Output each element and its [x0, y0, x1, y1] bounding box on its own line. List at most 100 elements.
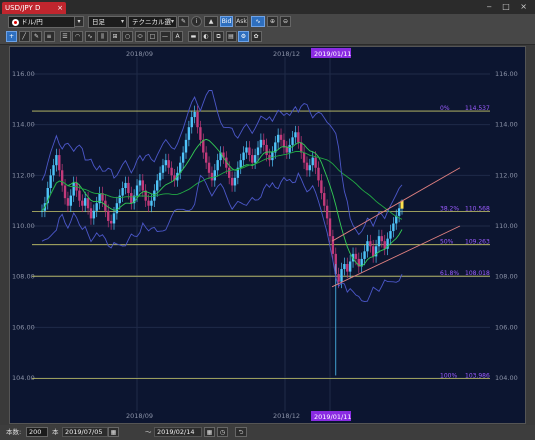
- zoom-out-icon[interactable]: ⊖: [280, 16, 291, 27]
- price-candle: [92, 210, 96, 219]
- y-tick-label-right: 114.00: [495, 121, 518, 129]
- price-candle: [199, 127, 202, 140]
- chart-tab[interactable]: USD/JPY D ×: [2, 2, 66, 14]
- price-candle: [239, 160, 242, 168]
- price-candle: [294, 132, 297, 138]
- text-tool-icon[interactable]: A: [172, 31, 183, 42]
- settings-icon[interactable]: ⚙: [238, 31, 249, 42]
- price-candle: [55, 155, 58, 166]
- rectangle-icon[interactable]: □: [147, 31, 158, 42]
- gann-icon[interactable]: ⊞: [109, 31, 121, 42]
- pencil-icon[interactable]: ✎: [178, 16, 189, 27]
- price-candle: [317, 167, 320, 181]
- vertical-bars-icon[interactable]: ⫼: [97, 31, 108, 42]
- calendar-icon[interactable]: ▦: [108, 427, 119, 437]
- date-to-field[interactable]: 2019/02/14: [154, 427, 202, 437]
- price-candle: [193, 111, 196, 118]
- fibonacci-level-price: 110.568: [465, 206, 490, 213]
- count-value: 200: [29, 428, 42, 436]
- price-candle: [366, 241, 369, 252]
- price-candle: [130, 193, 133, 204]
- technical-select[interactable]: テクニカル選択 ▾: [128, 16, 177, 36]
- price-candle: [89, 208, 93, 219]
- ellipse-icon[interactable]: ⬭: [134, 31, 146, 42]
- symbol-select[interactable]: ドル/円: [8, 16, 75, 28]
- circle-icon[interactable]: ○: [122, 31, 133, 42]
- bid-button[interactable]: Bid: [220, 16, 233, 27]
- line-icon[interactable]: ╱: [18, 31, 30, 42]
- window-controls[interactable]: ‒ □ ×: [487, 2, 531, 11]
- y-tick-label-right: 104.00: [495, 374, 518, 382]
- trend-channel-lower: [331, 225, 461, 288]
- chart-tab-title: USD/JPY D: [5, 4, 41, 12]
- price-candle: [204, 152, 208, 163]
- price-candle: [259, 139, 263, 148]
- price-candle: [245, 147, 248, 153]
- price-candle: [207, 162, 211, 173]
- refresh-icon[interactable]: ⮌: [235, 427, 247, 437]
- price-candle: [276, 134, 280, 143]
- chart-canvas[interactable]: 116.00 116.00 114.00 114.00 112.00 112.00 110.…: [10, 47, 525, 423]
- fibonacci-level-percent: 50%: [440, 239, 454, 246]
- price-candle: [308, 165, 312, 171]
- symbol-dropdown-icon[interactable]: ▾: [74, 16, 84, 27]
- time-icon[interactable]: ◷: [217, 427, 228, 437]
- y-tick-label-left: 108.00: [12, 273, 35, 281]
- layers-icon[interactable]: ▤: [225, 31, 237, 42]
- price-candle: [58, 155, 61, 171]
- trend-channel-upper: [331, 167, 461, 242]
- fibonacci-level-price: 108.018: [465, 270, 490, 277]
- fibonacci-level-percent: 100%: [440, 372, 457, 379]
- price-candle: [112, 213, 116, 224]
- price-candle: [181, 152, 185, 163]
- price-candle: [262, 139, 265, 145]
- ask-button[interactable]: Ask: [235, 16, 248, 27]
- fibonacci-fan-icon[interactable]: ◠: [72, 31, 83, 42]
- horizontal-line-icon[interactable]: —: [159, 31, 171, 42]
- price-chart[interactable]: 116.00 116.00 114.00 114.00 112.00 112.00 110.…: [9, 46, 526, 424]
- y-tick-label-right: 112.00: [495, 171, 518, 179]
- chart-type-icon[interactable]: ∿: [251, 16, 265, 27]
- price-candle: [109, 220, 113, 224]
- timeframe-value: 日足: [92, 18, 105, 26]
- calendar-icon[interactable]: ▦: [204, 427, 215, 437]
- price-candle: [340, 269, 343, 282]
- date-to-value: 2019/02/14: [157, 428, 195, 436]
- price-candle: [115, 203, 119, 214]
- price-candle: [196, 111, 199, 128]
- fibonacci-level-percent: 61.8%: [440, 270, 459, 277]
- pen-icon[interactable]: ✎: [31, 31, 42, 42]
- price-candle: [242, 152, 245, 161]
- stamp-icon[interactable]: ◐: [200, 31, 212, 42]
- date-from-field[interactable]: 2019/07/05: [62, 427, 108, 437]
- japan-flag-icon: [12, 18, 19, 26]
- price-candle: [383, 241, 386, 249]
- info-icon[interactable]: i: [191, 16, 202, 27]
- x-tick-label-bottom: 2018/09: [126, 412, 153, 420]
- fibonacci-level-price: 109.263: [465, 239, 490, 246]
- x-tick-label-bottom: 2018/12: [273, 412, 300, 420]
- palette-icon[interactable]: ✿: [250, 31, 262, 42]
- current-date-label-top: 2019/01/11: [314, 50, 351, 58]
- y-tick-label-left: 110.00: [12, 222, 35, 230]
- close-icon[interactable]: ×: [57, 2, 63, 14]
- parallel-lines-icon[interactable]: ☰: [59, 31, 71, 42]
- price-candle: [66, 198, 70, 206]
- price-candle: [248, 147, 251, 156]
- mountain-chart-icon[interactable]: ▲: [204, 16, 218, 27]
- count-label: 本数:: [6, 428, 22, 436]
- price-candle: [230, 177, 234, 186]
- horizontal-lines-icon[interactable]: ≡: [43, 31, 55, 42]
- price-candle: [135, 185, 139, 196]
- crosshair-icon[interactable]: +: [6, 31, 17, 42]
- timeframe-select[interactable]: 日足 ▾: [88, 16, 127, 28]
- eraser-icon[interactable]: ▬: [188, 31, 199, 42]
- price-candle: [167, 160, 170, 168]
- copy-icon[interactable]: ⧉: [213, 31, 224, 42]
- price-candle: [311, 157, 314, 166]
- zoom-in-icon[interactable]: ⊕: [267, 16, 278, 27]
- fibonacci-level-price: 103.986: [465, 372, 490, 379]
- price-candle: [348, 261, 352, 272]
- cycle-icon[interactable]: ∿: [84, 31, 96, 42]
- count-select[interactable]: 200: [26, 427, 48, 437]
